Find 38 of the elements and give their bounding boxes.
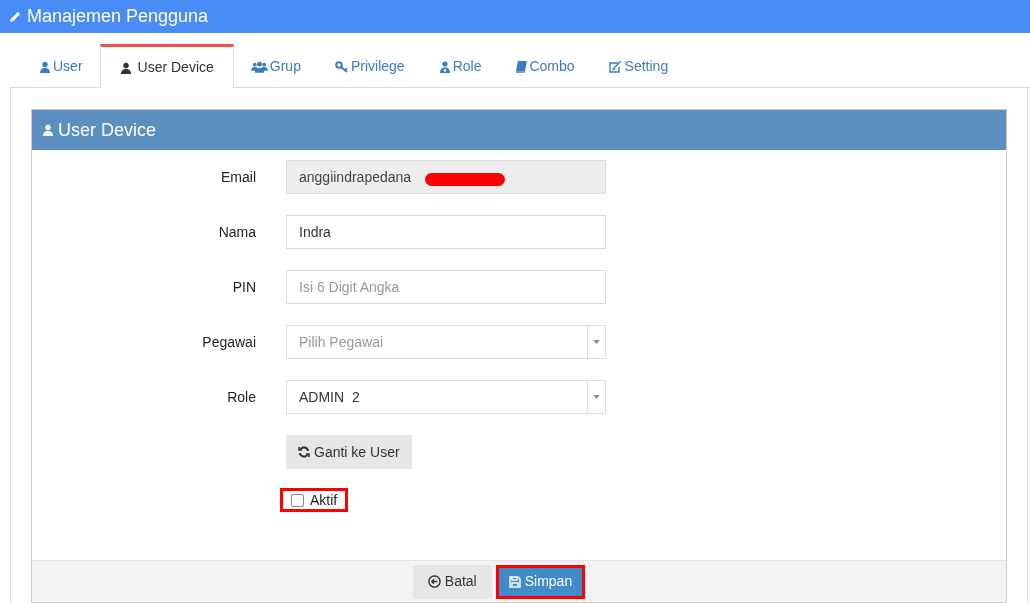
input-field[interactable]: anggiindrapedana (286, 160, 606, 194)
panel-title: User Device (58, 118, 157, 142)
checkbox[interactable] (291, 493, 304, 507)
field-label: Nama (217, 222, 256, 242)
caret-icon (593, 340, 600, 344)
key-icon (334, 60, 349, 73)
user-icon (39, 60, 51, 73)
select-field[interactable]: Pilih Pegawai (286, 325, 606, 359)
cancel-button[interactable]: Batal (412, 564, 492, 599)
refresh-icon (298, 446, 310, 458)
switch-user-button[interactable]: Ganti ke User (286, 435, 412, 469)
edit-icon (608, 60, 623, 73)
user-icon (438, 60, 451, 73)
tab[interactable]: User Device (99, 44, 234, 88)
tab[interactable]: Grup (233, 43, 318, 87)
user-icon (119, 61, 132, 74)
caret-icon (593, 395, 600, 399)
field-label: Pegawai (201, 332, 256, 352)
user-icon (42, 124, 54, 136)
page-title: Manajemen Pengguna (27, 5, 209, 28)
tab[interactable]: Combo (498, 43, 592, 87)
checkbox-label: Aktif (310, 490, 338, 510)
select-field[interactable]: ADMIN 2 (286, 380, 606, 414)
field-label: Role (226, 387, 256, 407)
input-field[interactable]: Indra (286, 215, 606, 249)
users-icon (250, 60, 268, 73)
tab[interactable]: Setting (591, 43, 686, 87)
pencil-icon (10, 11, 21, 22)
save-button[interactable]: Simpan (495, 564, 586, 599)
field-label: PIN (231, 277, 256, 297)
floppy-disk-icon (508, 575, 521, 588)
back-arrow-icon (427, 575, 441, 588)
input-field[interactable]: Isi 6 Digit Angka (286, 270, 606, 304)
book-icon (515, 60, 528, 73)
tab[interactable]: Privilege (317, 43, 422, 87)
tab[interactable]: Role (421, 43, 499, 87)
tab[interactable]: User (22, 43, 100, 87)
field-label: Email (220, 167, 256, 187)
